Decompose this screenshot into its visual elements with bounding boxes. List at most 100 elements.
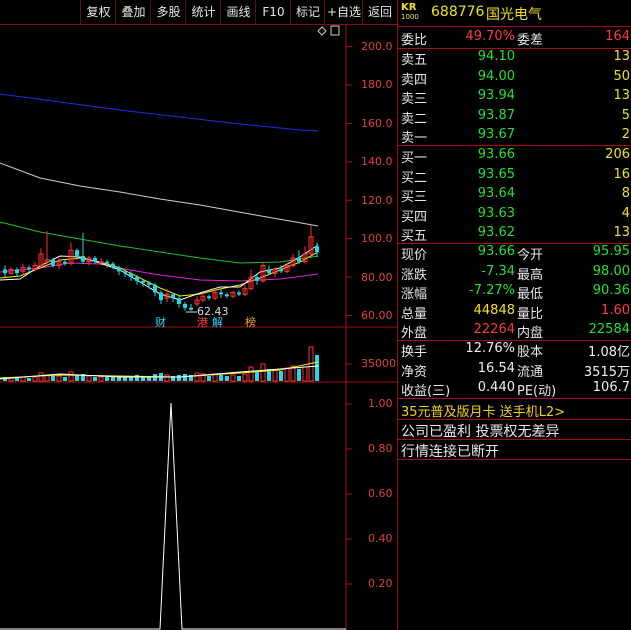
volume-tick: 35000 [361, 357, 396, 370]
stat-label: 今开 [517, 248, 544, 263]
buy-volume: 13 [613, 225, 630, 241]
price-tick: 120.0 [361, 194, 393, 207]
fund-label: 流通 [517, 364, 544, 380]
price-tick: 60.00 [361, 309, 393, 322]
fund-value: 1.08亿 [588, 345, 630, 360]
market-badge: KR 1000 [401, 2, 429, 24]
stat-row: 总量 44848 量比 1.60 [398, 302, 631, 322]
buy-row[interactable]: 买一 93.66 206 [398, 146, 631, 166]
volume-bar [297, 369, 301, 381]
volume-bar [194, 372, 200, 382]
promo-link[interactable]: 35元普及版月卡 送手机L2> [401, 401, 565, 420]
candle-body [117, 267, 121, 272]
candle-body [129, 273, 133, 278]
sell-volume: 2 [621, 127, 630, 143]
quote-panel: KR 1000 688776 国光电气 委比 49.70% 委差 164 卖五 … [397, 0, 631, 630]
sell-volume: 5 [621, 107, 630, 123]
ma-line-10 [0, 251, 319, 297]
buy-label: 买一 [401, 151, 428, 166]
mark-button[interactable]: 标记 [290, 0, 325, 24]
buy-label: 买二 [401, 170, 428, 186]
panel-toggle-icon[interactable] [330, 25, 340, 36]
restore-rights-button[interactable]: 复权 [80, 0, 116, 24]
fund-label: PE(动) [517, 384, 557, 400]
volume-bar [51, 376, 55, 381]
stat-value: 95.95 [592, 244, 630, 259]
candle-body [75, 250, 79, 256]
stat-label: 最低 [517, 287, 544, 303]
weicha-value: 164 [605, 29, 630, 44]
fund-label: 换手 [401, 345, 428, 360]
diamond-marker-icon[interactable] [317, 26, 327, 36]
volume-bar [315, 355, 319, 381]
buy-row[interactable]: 买五 93.62 13 [398, 224, 631, 244]
stat-value: 22584 [588, 322, 630, 338]
event-tag-finance[interactable]: 财 [155, 314, 166, 330]
sell-row[interactable]: 卖三 93.94 13 [398, 87, 631, 107]
add-watchlist-button[interactable]: +自选 [324, 0, 363, 24]
divider [398, 419, 631, 420]
event-tag-ranking[interactable]: 榜 [245, 314, 256, 330]
buy-label: 买四 [401, 209, 428, 225]
stat-row: 涨跌 -7.34 最高 98.00 [398, 263, 631, 283]
volume-bar [68, 371, 74, 382]
fund-value: 16.54 [477, 360, 515, 376]
volume-bar [260, 363, 266, 382]
candle-body [105, 261, 109, 264]
fund-label: 收益(三) [401, 384, 451, 400]
divider [398, 26, 631, 27]
multi-stock-button[interactable]: 多股 [150, 0, 186, 24]
sell-row[interactable]: 卖四 94.00 50 [398, 68, 631, 88]
candle-body [123, 271, 127, 274]
fund-row: 换手 12.76% 股本 1.08亿 [398, 340, 631, 360]
sell-label: 卖一 [401, 131, 428, 147]
volume-bar [279, 371, 283, 381]
candle-body [63, 261, 67, 264]
back-button[interactable]: 返回 [362, 0, 397, 24]
sell-row[interactable]: 卖五 94.10 13 [398, 48, 631, 68]
candle-body [135, 277, 139, 281]
fund-label: 股本 [517, 345, 544, 360]
stat-value: 22264 [473, 322, 515, 338]
buy-row[interactable]: 买三 93.64 8 [398, 185, 631, 205]
candle-body [177, 298, 181, 304]
candle-body [51, 259, 55, 266]
volume-bar [230, 374, 236, 382]
buy-row[interactable]: 买四 93.63 4 [398, 205, 631, 225]
ma-line-60 [0, 221, 319, 264]
stat-label: 现价 [401, 248, 428, 263]
candle-body [237, 292, 241, 295]
volume-bar [237, 376, 241, 381]
fund-value: 12.76% [465, 341, 515, 356]
sell-label: 卖四 [401, 72, 428, 88]
stat-label: 涨幅 [401, 287, 428, 303]
buy-volume: 16 [613, 166, 630, 182]
stock-name: 国光电气 [486, 7, 542, 23]
sell-row[interactable]: 卖二 93.87 5 [398, 107, 631, 127]
event-tag-unlock[interactable]: 解 [212, 314, 223, 330]
company-note: 公司已盈利 投票权无差异 [401, 424, 560, 440]
buy-row[interactable]: 买二 93.65 16 [398, 166, 631, 186]
divider [398, 439, 631, 440]
fund-row: 净资 16.54 流通 3515万 [398, 360, 631, 380]
overlay-button[interactable]: 叠加 [115, 0, 151, 24]
fund-row: 收益(三) 0.440 PE(动) 106.7 [398, 379, 631, 399]
chart-area[interactable]: 200.0 180.0 160.0 140.0 120.0 100.0 80.0… [0, 24, 397, 630]
price-tick: 180.0 [361, 78, 393, 91]
stock-code: 688776 [431, 4, 485, 20]
divider [398, 398, 631, 399]
candle-body [141, 280, 145, 283]
volume-bar [32, 376, 38, 382]
volume-bar [248, 366, 254, 382]
sell-volume: 13 [613, 49, 630, 64]
sell-price: 93.87 [477, 107, 515, 123]
volume-bar [75, 375, 79, 381]
stat-value: -7.27% [469, 283, 515, 299]
sell-row[interactable]: 卖一 93.67 2 [398, 126, 631, 146]
event-tag-hk[interactable]: 港 [197, 314, 208, 330]
statistics-button[interactable]: 统计 [185, 0, 221, 24]
fund-value: 3515万 [583, 364, 630, 380]
candle-body [98, 261, 104, 264]
draw-line-button[interactable]: 画线 [220, 0, 256, 24]
f10-button[interactable]: F10 [255, 0, 291, 24]
